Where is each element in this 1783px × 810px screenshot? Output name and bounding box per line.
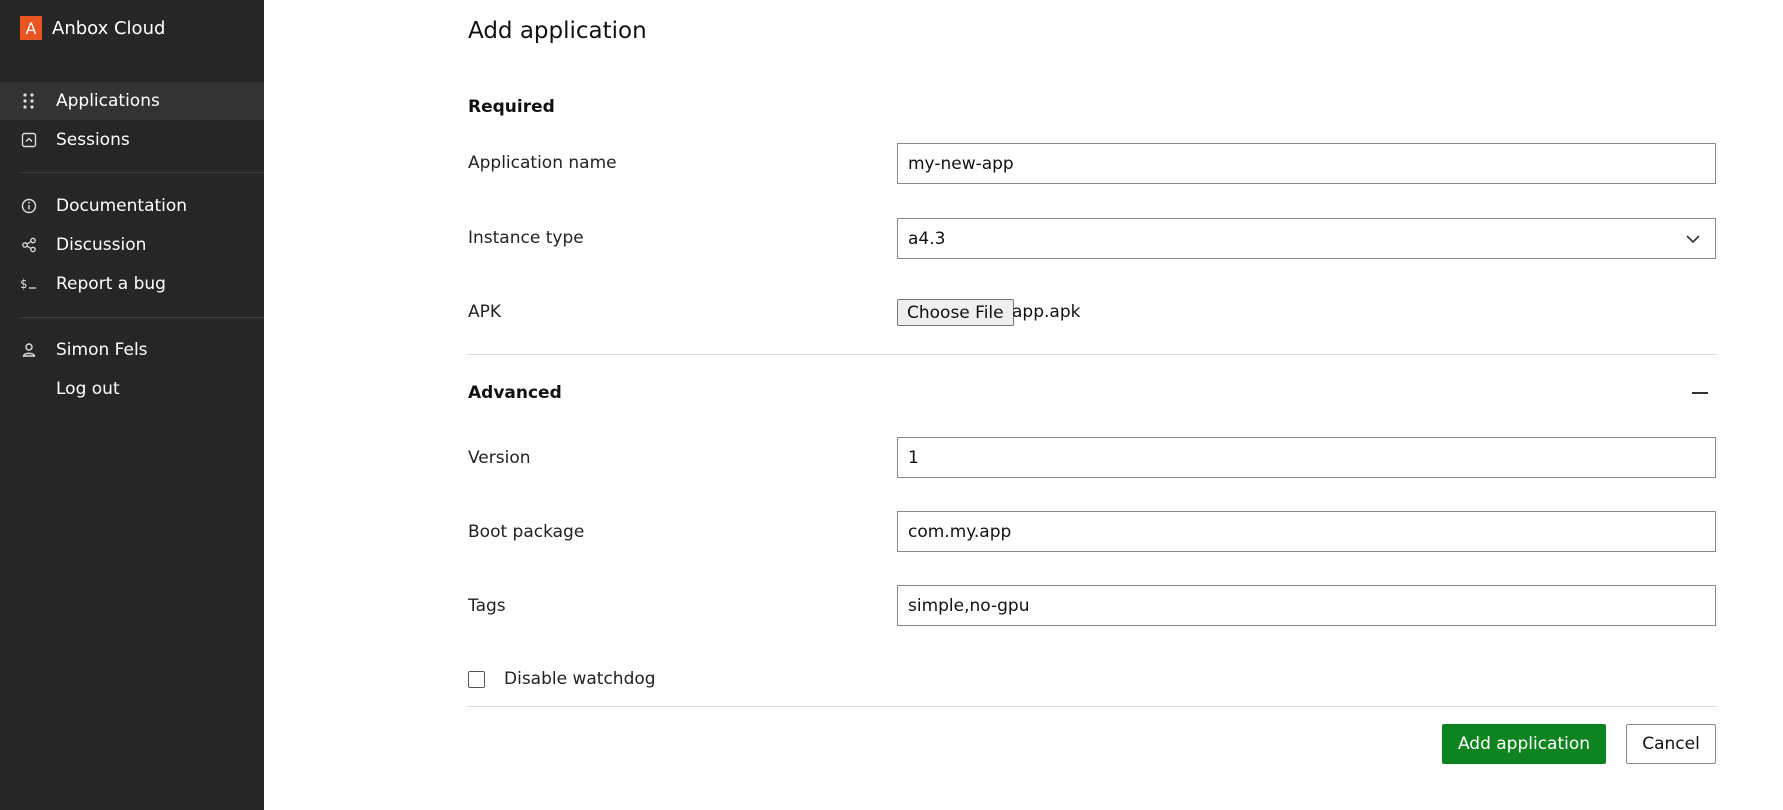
disable-watchdog-label[interactable]: Disable watchdog — [504, 669, 656, 689]
instance-type-label: Instance type — [468, 228, 584, 248]
anbox-logo: A — [20, 16, 42, 40]
apk-file-name: app.apk — [1012, 302, 1081, 322]
sidebar-item-label: Documentation — [56, 196, 188, 216]
sidebar-item-label: Applications — [56, 91, 160, 111]
cancel-button[interactable]: Cancel — [1626, 724, 1716, 764]
terminal-icon: $ — [20, 275, 38, 293]
tags-input[interactable] — [897, 585, 1716, 626]
apk-label: APK — [468, 302, 502, 322]
application-name-input[interactable] — [897, 143, 1716, 184]
advanced-heading: Advanced — [468, 383, 562, 403]
add-application-button[interactable]: Add application — [1442, 724, 1606, 764]
section-divider — [468, 354, 1716, 355]
sidebar-item-discussion[interactable]: Discussion — [0, 226, 264, 264]
required-heading: Required — [468, 97, 555, 117]
sidebar-divider — [20, 172, 264, 173]
tags-label: Tags — [468, 596, 506, 616]
main-content: Add application Required Application nam… — [264, 0, 1783, 810]
sidebar-item-label: Log out — [56, 379, 120, 399]
choose-file-button[interactable]: Choose File — [897, 299, 1014, 326]
version-label: Version — [468, 448, 531, 468]
brand[interactable]: A Anbox Cloud — [20, 16, 165, 40]
sidebar-item-label: Discussion — [56, 235, 147, 255]
boot-package-input[interactable] — [897, 511, 1716, 552]
sidebar-item-label: Sessions — [56, 130, 130, 150]
info-icon — [20, 197, 38, 215]
share-icon — [20, 236, 38, 254]
boot-package-label: Boot package — [468, 522, 585, 542]
sidebar-item-label: Report a bug — [56, 274, 166, 294]
session-icon — [20, 131, 38, 149]
disable-watchdog-checkbox[interactable] — [468, 671, 485, 688]
instance-type-value: a4.3 — [908, 228, 946, 249]
form-footer-divider — [468, 706, 1716, 707]
sidebar-item-applications[interactable]: Applications — [0, 82, 264, 120]
apps-grid-icon — [20, 92, 38, 110]
svg-text:$: $ — [20, 277, 27, 291]
sidebar-item-logout[interactable]: Log out — [0, 370, 264, 408]
sidebar-divider — [20, 317, 264, 318]
sidebar-item-user[interactable]: Simon Fels — [0, 331, 264, 369]
application-name-label: Application name — [468, 153, 617, 173]
sidebar-item-report-bug[interactable]: $ Report a bug — [0, 265, 264, 303]
brand-name: Anbox Cloud — [52, 17, 166, 39]
sidebar-item-sessions[interactable]: Sessions — [0, 121, 264, 159]
sidebar-item-label: Simon Fels — [56, 340, 148, 360]
version-input[interactable] — [897, 437, 1716, 478]
user-icon — [20, 341, 38, 359]
sidebar-item-documentation[interactable]: Documentation — [0, 187, 264, 225]
chevron-down-icon — [1686, 235, 1700, 244]
instance-type-select[interactable]: a4.3 — [897, 218, 1716, 259]
sidebar: A Anbox Cloud Applications Sessions Docu… — [0, 0, 264, 810]
page-title: Add application — [468, 18, 647, 44]
collapse-advanced-icon[interactable] — [1689, 382, 1711, 404]
